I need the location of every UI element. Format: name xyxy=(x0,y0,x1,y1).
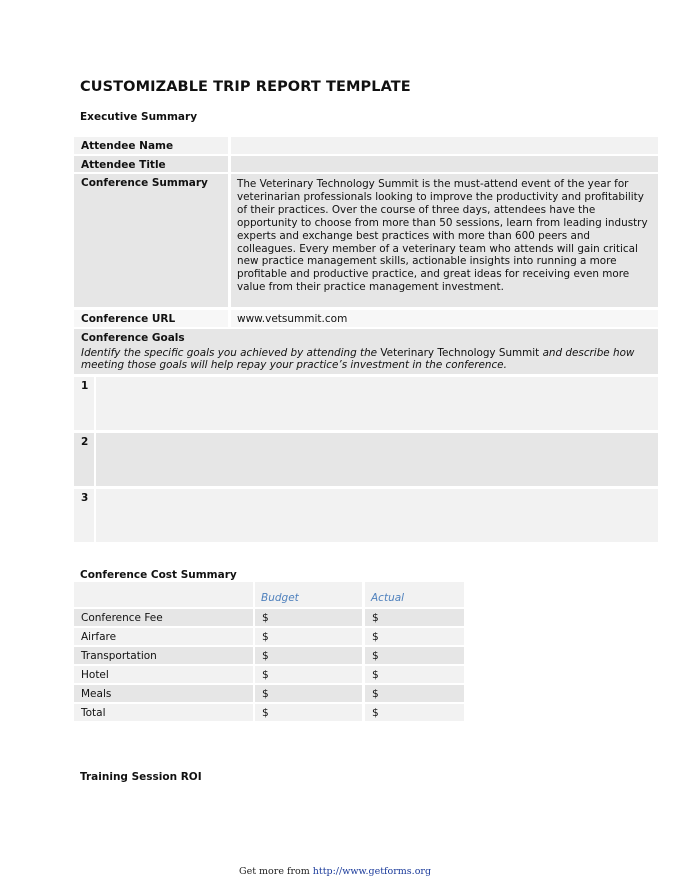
conference-goals-description: Identify the specific goals you achieved… xyxy=(81,347,651,371)
conference-goals-header: Conference Goals Identify the specific g… xyxy=(74,329,658,374)
cost-actual-field[interactable]: $ xyxy=(365,685,464,702)
attendee-title-label: Attendee Title xyxy=(74,156,228,172)
executive-summary-heading: Executive Summary xyxy=(80,111,198,123)
cost-budget-field[interactable]: $ xyxy=(255,609,362,626)
cost-item-label: Hotel xyxy=(74,666,253,683)
cost-budget-field[interactable]: $ xyxy=(255,704,362,721)
goal-number: 2 xyxy=(74,433,94,486)
footer-link[interactable]: http://www.getforms.org xyxy=(313,866,431,877)
cost-item-label: Meals xyxy=(74,685,253,702)
attendee-title-field[interactable] xyxy=(231,156,658,172)
attendee-name-label: Attendee Name xyxy=(74,137,228,154)
cost-actual-field[interactable]: $ xyxy=(365,628,464,645)
conference-summary-label: Conference Summary xyxy=(74,174,228,307)
footer-prefix: Get more from xyxy=(239,866,313,877)
cost-item-label: Airfare xyxy=(74,628,253,645)
cost-actual-field[interactable]: $ xyxy=(365,666,464,683)
cost-budget-field[interactable]: $ xyxy=(255,628,362,645)
cost-header-budget: Budget xyxy=(255,582,362,607)
cost-budget-field[interactable]: $ xyxy=(255,647,362,664)
cost-header-actual: Actual xyxy=(365,582,464,607)
document-title: CUSTOMIZABLE TRIP REPORT TEMPLATE xyxy=(80,79,411,95)
attendee-name-field[interactable] xyxy=(231,137,658,154)
goals-desc-event-name: Veterinary Technology Summit xyxy=(380,346,540,359)
cost-budget-field[interactable]: $ xyxy=(255,685,362,702)
conference-url-label: Conference URL xyxy=(74,310,228,327)
cost-actual-field[interactable]: $ xyxy=(365,609,464,626)
conference-summary-field[interactable]: The Veterinary Technology Summit is the … xyxy=(231,174,658,307)
cost-summary-heading: Conference Cost Summary xyxy=(80,569,237,581)
conference-url-field[interactable]: www.vetsummit.com xyxy=(231,310,658,327)
goal-number: 3 xyxy=(74,489,94,542)
goal-field[interactable] xyxy=(96,489,658,542)
cost-item-label: Transportation xyxy=(74,647,253,664)
cost-actual-field[interactable]: $ xyxy=(365,704,464,721)
conference-goals-heading: Conference Goals xyxy=(81,332,185,344)
training-roi-heading: Training Session ROI xyxy=(80,771,202,783)
cost-item-label: Conference Fee xyxy=(74,609,253,626)
goal-field[interactable] xyxy=(96,433,658,486)
cost-budget-field[interactable]: $ xyxy=(255,666,362,683)
cost-actual-field[interactable]: $ xyxy=(365,647,464,664)
goal-number: 1 xyxy=(74,377,94,430)
goals-desc-part1: Identify the specific goals you achieved… xyxy=(81,346,381,359)
cost-item-label: Total xyxy=(74,704,253,721)
goal-field[interactable] xyxy=(96,377,658,430)
cost-header-blank xyxy=(74,582,253,607)
footer: Get more from http://www.getforms.org xyxy=(239,866,431,877)
